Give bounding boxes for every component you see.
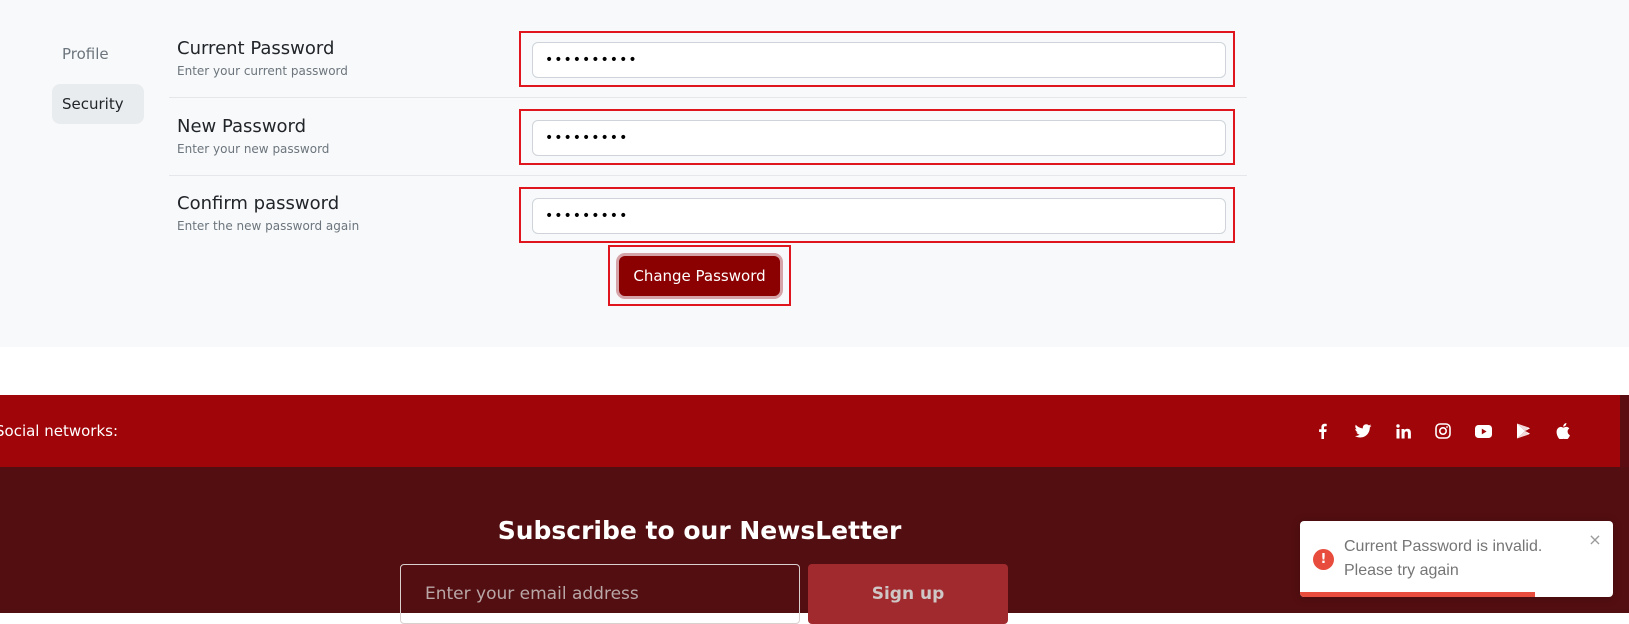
current-password-label-group: Current Password Enter your current pass… bbox=[177, 38, 348, 78]
current-password-highlight bbox=[519, 31, 1235, 87]
new-password-label-group: New Password Enter your new password bbox=[177, 116, 329, 156]
social-networks-label: Social networks: bbox=[0, 422, 119, 440]
row-divider bbox=[169, 175, 1247, 176]
security-settings-panel: Profile Security Current Password Enter … bbox=[0, 0, 1629, 347]
facebook-icon[interactable] bbox=[1310, 418, 1336, 444]
change-password-button[interactable]: Change Password bbox=[619, 256, 780, 296]
newsletter-email-input[interactable] bbox=[400, 564, 800, 624]
sidebar-item-profile[interactable]: Profile bbox=[52, 34, 144, 74]
current-password-hint: Enter your current password bbox=[177, 64, 348, 78]
toast-progress-bar bbox=[1300, 592, 1535, 597]
newsletter-title: Subscribe to our NewsLetter bbox=[497, 516, 902, 545]
linkedin-icon[interactable] bbox=[1390, 418, 1416, 444]
toast-message: Current Password is invalid. Please try … bbox=[1344, 538, 1543, 579]
confirm-password-highlight bbox=[519, 187, 1235, 243]
new-password-input[interactable] bbox=[532, 120, 1226, 156]
social-bar-edge bbox=[1620, 395, 1629, 467]
row-divider bbox=[169, 97, 1247, 98]
error-toast: ! Current Password is invalid. Please tr… bbox=[1300, 521, 1613, 597]
new-password-hint: Enter your new password bbox=[177, 142, 330, 156]
newsletter-signup-button[interactable]: Sign up bbox=[808, 564, 1008, 624]
new-password-title: New Password bbox=[177, 116, 307, 137]
youtube-icon[interactable] bbox=[1470, 418, 1496, 444]
instagram-icon[interactable] bbox=[1430, 418, 1456, 444]
google-play-icon[interactable] bbox=[1510, 418, 1536, 444]
confirm-password-hint: Enter the new password again bbox=[177, 219, 360, 233]
confirm-password-title: Confirm password bbox=[177, 193, 340, 214]
confirm-password-input[interactable] bbox=[532, 198, 1226, 234]
social-bar: Social networks: bbox=[0, 395, 1620, 467]
current-password-title: Current Password bbox=[177, 38, 335, 59]
apple-icon[interactable] bbox=[1550, 418, 1576, 444]
current-password-input[interactable] bbox=[532, 42, 1226, 78]
twitter-icon[interactable] bbox=[1350, 418, 1376, 444]
new-password-highlight bbox=[519, 109, 1235, 165]
change-password-highlight: Change Password bbox=[608, 245, 791, 306]
error-icon: ! bbox=[1313, 549, 1334, 570]
sidebar-item-security[interactable]: Security bbox=[52, 84, 144, 124]
confirm-password-label-group: Confirm password Enter the new password … bbox=[177, 193, 359, 233]
close-icon[interactable]: × bbox=[1588, 532, 1602, 548]
